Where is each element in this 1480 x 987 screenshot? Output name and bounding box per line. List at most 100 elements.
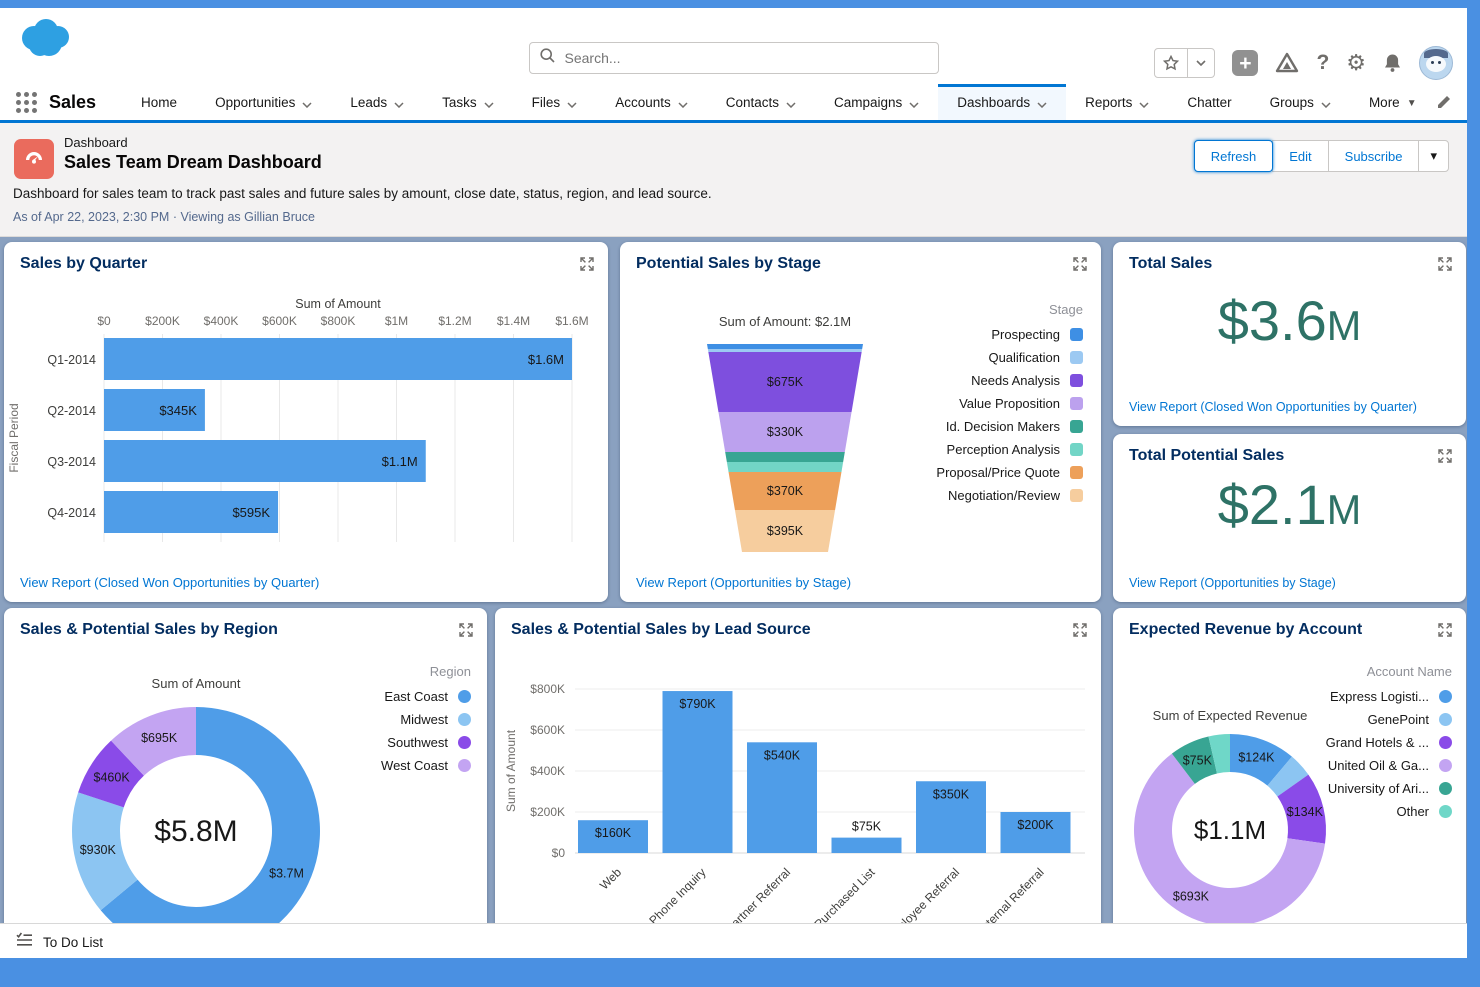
svg-text:$800K: $800K xyxy=(321,314,356,328)
tab-reports[interactable]: Reports xyxy=(1066,84,1168,120)
legend-swatch xyxy=(1439,805,1452,818)
tab-opportunities[interactable]: Opportunities xyxy=(196,84,331,120)
legend-label: Midwest xyxy=(400,712,448,727)
svg-text:Sum of Amount: Sum of Amount xyxy=(295,297,381,311)
chevron-down-icon xyxy=(484,96,494,111)
search-input[interactable] xyxy=(563,49,928,67)
svg-text:Sum of Amount: $2.1M: Sum of Amount: $2.1M xyxy=(719,314,851,329)
card-title: Potential Sales by Stage xyxy=(636,255,821,273)
salesforce-logo-icon xyxy=(16,16,78,67)
legend-item[interactable]: Midwest xyxy=(381,712,471,726)
chevron-down-icon xyxy=(567,96,577,111)
tab-dashboards[interactable]: Dashboards xyxy=(938,84,1066,120)
dashboard-description: Dashboard for sales team to track past s… xyxy=(13,186,712,201)
potential-sales-funnel-chart: Sum of Amount: $2.1M$675K$330K$370K$395K xyxy=(620,282,960,572)
legend-label: Needs Analysis xyxy=(971,373,1060,388)
svg-text:$345K: $345K xyxy=(159,403,197,418)
avatar[interactable] xyxy=(1419,46,1453,80)
help-icon[interactable]: ? xyxy=(1316,51,1329,75)
legend-item[interactable]: Prospecting xyxy=(936,327,1083,341)
card-sales-by-region: Sales & Potential Sales by Region Sum of… xyxy=(4,608,487,923)
tab-campaigns[interactable]: Campaigns xyxy=(815,84,938,120)
trailhead-icon[interactable] xyxy=(1275,52,1299,74)
legend-item[interactable]: Qualification xyxy=(936,350,1083,364)
setup-gear-icon[interactable]: ⚙ xyxy=(1346,50,1366,76)
view-report-link[interactable]: View Report (Closed Won Opportunities by… xyxy=(1129,400,1417,414)
legend-item[interactable]: University of Ari... xyxy=(1326,781,1452,795)
svg-text:$370K: $370K xyxy=(767,484,804,498)
expand-icon[interactable] xyxy=(1438,257,1452,276)
legend-label: East Coast xyxy=(384,689,448,704)
more-actions-caret-button[interactable]: ▾ xyxy=(1418,140,1449,172)
legend-label: Negotiation/Review xyxy=(948,488,1060,503)
subscribe-button[interactable]: Subscribe xyxy=(1328,140,1420,172)
app-launcher-icon[interactable] xyxy=(16,92,37,113)
expand-icon[interactable] xyxy=(580,257,594,276)
notifications-bell-icon[interactable] xyxy=(1383,53,1402,73)
tab-files[interactable]: Files xyxy=(513,84,597,120)
card-total-sales: Total Sales $3.6M View Report (Closed Wo… xyxy=(1113,242,1466,426)
svg-text:$1.4M: $1.4M xyxy=(497,314,530,328)
view-report-link[interactable]: View Report (Opportunities by Stage) xyxy=(636,575,851,590)
card-title: Total Potential Sales xyxy=(1129,447,1284,465)
view-report-link[interactable]: View Report (Opportunities by Stage) xyxy=(1129,576,1336,590)
legend-swatch xyxy=(1439,759,1452,772)
legend-item[interactable]: Value Proposition xyxy=(936,396,1083,410)
legend-swatch xyxy=(1070,351,1083,364)
legend-item[interactable]: East Coast xyxy=(381,689,471,703)
svg-text:Q3-2014: Q3-2014 xyxy=(47,455,96,469)
tab-contacts[interactable]: Contacts xyxy=(707,84,815,120)
svg-text:$460K: $460K xyxy=(94,770,131,784)
tab-accounts[interactable]: Accounts xyxy=(596,84,707,120)
legend-item[interactable]: Southwest xyxy=(381,735,471,749)
tab-chatter[interactable]: Chatter xyxy=(1168,84,1250,120)
favorites-star-icon[interactable] xyxy=(1155,49,1187,77)
legend-item[interactable]: Needs Analysis xyxy=(936,373,1083,387)
tab-leads[interactable]: Leads xyxy=(331,84,423,120)
view-report-link[interactable]: View Report (Closed Won Opportunities by… xyxy=(20,575,319,590)
tab-groups[interactable]: Groups xyxy=(1251,84,1350,120)
card-title: Total Sales xyxy=(1129,255,1212,273)
legend-swatch xyxy=(458,713,471,726)
tab-home[interactable]: Home xyxy=(122,84,196,120)
legend-item[interactable]: Negotiation/Review xyxy=(936,488,1083,502)
legend-item[interactable]: Perception Analysis xyxy=(936,442,1083,456)
svg-text:$1.1M: $1.1M xyxy=(1194,815,1266,845)
legend-item[interactable]: West Coast xyxy=(381,758,471,772)
expand-icon[interactable] xyxy=(1438,449,1452,468)
expand-icon[interactable] xyxy=(1438,623,1452,642)
legend-item[interactable]: Grand Hotels & ... xyxy=(1326,735,1452,749)
card-sales-by-quarter: Sales by Quarter Sum of Amount$0$200K$40… xyxy=(4,242,608,602)
expand-icon[interactable] xyxy=(1073,623,1087,642)
expand-icon[interactable] xyxy=(459,623,473,642)
legend-item[interactable]: Proposal/Price Quote xyxy=(936,465,1083,479)
chevron-down-icon xyxy=(394,96,404,111)
favorites-caret-icon[interactable] xyxy=(1187,49,1214,77)
legend-label: GenePoint xyxy=(1368,712,1429,727)
nav-tabs: HomeOpportunitiesLeadsTasksFilesAccounts… xyxy=(122,84,1436,120)
card-expected-revenue: Expected Revenue by Account Sum of Expec… xyxy=(1113,608,1466,923)
edit-navigation-pencil-icon[interactable] xyxy=(1436,94,1452,110)
legend-item[interactable]: United Oil & Ga... xyxy=(1326,758,1452,772)
legend-item[interactable]: Express Logisti... xyxy=(1326,689,1452,703)
svg-text:Web: Web xyxy=(597,865,624,892)
tab-more[interactable]: More▼ xyxy=(1350,84,1436,120)
svg-text:$930K: $930K xyxy=(80,843,117,857)
refresh-button[interactable]: Refresh xyxy=(1194,140,1274,172)
global-actions-add-icon[interactable]: + xyxy=(1232,50,1258,76)
legend-label: Qualification xyxy=(988,350,1060,365)
legend-item[interactable]: Id. Decision Makers xyxy=(936,419,1083,433)
legend-item[interactable]: Other xyxy=(1326,804,1452,818)
expand-icon[interactable] xyxy=(1073,257,1087,276)
svg-text:Purchased List: Purchased List xyxy=(812,865,878,923)
svg-text:Sum of Expected Revenue: Sum of Expected Revenue xyxy=(1153,708,1308,723)
edit-button[interactable]: Edit xyxy=(1272,140,1328,172)
todo-list-utility-bar[interactable]: To Do List xyxy=(0,923,1467,958)
global-search[interactable] xyxy=(529,42,939,74)
total-potential-sales-metric: $2.1M xyxy=(1113,472,1466,537)
tab-tasks[interactable]: Tasks xyxy=(423,84,513,120)
svg-text:Sum of Amount: Sum of Amount xyxy=(504,729,518,812)
legend-item[interactable]: GenePoint xyxy=(1326,712,1452,726)
legend-swatch xyxy=(1070,489,1083,502)
svg-text:$693K: $693K xyxy=(1173,889,1210,903)
